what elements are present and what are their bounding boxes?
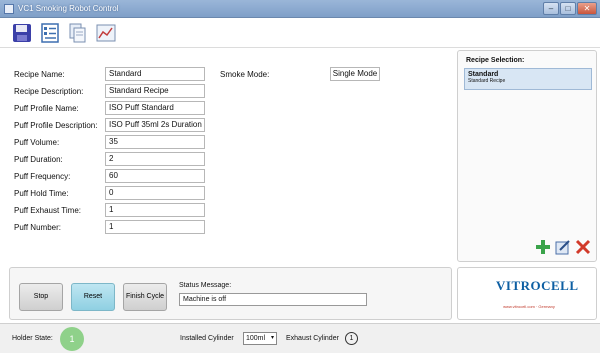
puff-frequency-field[interactable]: 60 — [105, 169, 205, 183]
status-bar: Holder State: 1 Installed Cylinder 100ml… — [0, 323, 600, 353]
holder-state-indicator: 1 — [60, 327, 84, 351]
recipe-selection-panel: Recipe Selection: Standard Standard Reci… — [457, 50, 597, 262]
chart-icon[interactable] — [96, 23, 116, 43]
maximize-button[interactable]: □ — [560, 2, 576, 15]
puff-duration-field[interactable]: 2 — [105, 152, 205, 166]
recipe-list-item[interactable]: Standard Standard Recipe — [464, 68, 592, 90]
title-bar: VC1 Smoking Robot Control – □ ✕ — [0, 0, 600, 18]
edit-recipe-icon[interactable] — [555, 239, 571, 255]
control-panel: Stop Reset Finish Cycle Status Message: … — [9, 267, 452, 320]
close-button[interactable]: ✕ — [577, 2, 597, 15]
puff-profile-description-field[interactable]: ISO Puff 35ml 2s Duration — [105, 118, 205, 132]
toolbar — [0, 18, 600, 48]
copy-icon[interactable] — [68, 23, 88, 43]
smoke-mode-field[interactable]: Single Mode — [330, 67, 380, 81]
puff-hold-time-label: Puff Hold Time: — [14, 189, 69, 198]
puff-hold-time-field[interactable]: 0 — [105, 186, 205, 200]
recipe-name-field[interactable]: Standard — [105, 67, 205, 81]
puff-number-field[interactable]: 1 — [105, 220, 205, 234]
delete-recipe-icon[interactable] — [575, 239, 591, 255]
puff-volume-field[interactable]: 35 — [105, 135, 205, 149]
reset-button[interactable]: Reset — [71, 283, 115, 311]
add-recipe-icon[interactable] — [535, 239, 551, 255]
recipe-description-label: Recipe Description: — [14, 87, 84, 96]
puff-exhaust-time-field[interactable]: 1 — [105, 203, 205, 217]
exhaust-cylinder-indicator: 1 — [345, 332, 358, 345]
logo-panel: VITROCELL www.vitrocell.com · Germany — [457, 267, 597, 320]
installed-cylinder-select[interactable]: 100ml ▾ — [243, 332, 277, 345]
logo-subtext: www.vitrocell.com · Germany — [503, 304, 555, 309]
installed-cylinder-label: Installed Cylinder — [180, 335, 234, 342]
recipe-item-description: Standard Recipe — [468, 78, 506, 84]
puff-profile-name-field[interactable]: ISO Puff Standard — [105, 101, 205, 115]
puff-profile-name-label: Puff Profile Name: — [14, 104, 79, 113]
status-message-field: Machine is off — [179, 293, 367, 306]
chevron-down-icon: ▾ — [270, 335, 274, 341]
window-title: VC1 Smoking Robot Control — [18, 4, 119, 13]
status-message-label: Status Message: — [179, 282, 232, 289]
puff-profile-description-label: Puff Profile Description: — [14, 121, 98, 130]
stop-button[interactable]: Stop — [19, 283, 63, 311]
exhaust-cylinder-label: Exhaust Cylinder — [286, 335, 339, 342]
recipe-list-icon[interactable] — [40, 23, 60, 43]
recipe-description-field[interactable]: Standard Recipe — [105, 84, 205, 98]
save-icon[interactable] — [12, 23, 32, 43]
puff-volume-label: Puff Volume: — [14, 138, 60, 147]
puff-frequency-label: Puff Frequency: — [14, 172, 71, 181]
installed-cylinder-value: 100ml — [246, 335, 266, 342]
recipe-selection-title: Recipe Selection: — [466, 57, 525, 64]
puff-duration-label: Puff Duration: — [14, 155, 63, 164]
minimize-button[interactable]: – — [543, 2, 559, 15]
vitrocell-logo: VITROCELL — [496, 278, 579, 293]
smoke-mode-label: Smoke Mode: — [220, 70, 270, 79]
puff-number-label: Puff Number: — [14, 223, 61, 232]
puff-exhaust-time-label: Puff Exhaust Time: — [14, 206, 81, 215]
recipe-item-name: Standard — [468, 71, 499, 78]
holder-state-label: Holder State: — [12, 335, 53, 342]
finish-cycle-button[interactable]: Finish Cycle — [123, 283, 167, 311]
recipe-name-label: Recipe Name: — [14, 70, 65, 79]
app-icon — [4, 4, 14, 14]
